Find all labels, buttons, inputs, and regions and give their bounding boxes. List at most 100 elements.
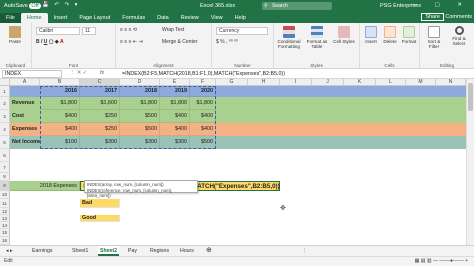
formula-bar: INDEX ⋮ ✕ ✓ fx =INDEX(B2:F5,MATCH(2018,B… (0, 69, 474, 79)
search-box[interactable]: ⚲ Search (262, 2, 332, 10)
col-header-k[interactable]: K (344, 79, 376, 86)
ribbon: Paste Clipboard Calibri 11 B I U ▢ ◆ A F… (0, 23, 474, 69)
conditional-formatting-button[interactable]: Conditional Formatting (276, 26, 302, 49)
tooltip-line[interactable]: INDEX(reference, row_num, [column_num], … (87, 188, 195, 199)
row-header-8[interactable]: 8 (0, 173, 10, 181)
row-header-3[interactable]: 3 (0, 110, 10, 123)
col-header-d[interactable]: D (120, 79, 160, 86)
number-format-select[interactable]: Currency (216, 27, 268, 35)
col-header-h[interactable]: H (248, 79, 280, 86)
delete-cells-button[interactable]: Delete (381, 26, 399, 44)
cell-styles-button[interactable]: Cell Styles (332, 26, 356, 44)
sort-filter-icon (428, 26, 440, 38)
row-header-12[interactable]: 12 (0, 208, 10, 215)
comments-button[interactable]: Comments (445, 13, 472, 21)
col-header-e[interactable]: E (160, 79, 190, 86)
row-header-16[interactable]: 16 (0, 237, 10, 245)
format-as-table-button[interactable]: Format as Table (304, 26, 330, 49)
col-header-l[interactable]: L (376, 79, 406, 86)
col-header-b[interactable]: B (40, 79, 80, 86)
row-header-13[interactable]: 13 (0, 215, 10, 222)
add-sheet-button[interactable]: ⊕ (204, 246, 214, 256)
col-header-j[interactable]: J (312, 79, 344, 86)
row-label[interactable]: Cost (10, 110, 40, 123)
row-label[interactable]: Expenses (10, 123, 40, 136)
tab-help[interactable]: Help (229, 13, 252, 23)
ribbon-tabs: File Home Insert Page Layout Formulas Da… (0, 12, 474, 23)
tab-formulas[interactable]: Formulas (116, 13, 151, 23)
formula-input[interactable]: =INDEX(B2:F5,MATCH(2018,B1:F1,0),MATCH("… (122, 70, 285, 78)
row-header-5[interactable]: 5 (0, 136, 10, 149)
status-bar: Edit ▦ ▤ ▥ — ───●─── + (0, 256, 474, 266)
font-size-select[interactable]: 11 (82, 27, 96, 35)
row-header-15[interactable]: 15 (0, 229, 10, 237)
sheet-tab-hours[interactable]: Hours (178, 246, 196, 256)
row-header-7[interactable]: 7 (0, 162, 10, 173)
name-box[interactable]: INDEX (2, 70, 62, 78)
number-format-buttons[interactable]: $ % , ⁰⁰ ⁰⁰ (216, 39, 238, 45)
tab-file[interactable]: File (0, 13, 21, 23)
row-header-2[interactable]: 2 (0, 97, 10, 110)
col-header-m[interactable]: M (406, 79, 436, 86)
find-icon (454, 26, 464, 35)
col-header-f[interactable]: F (190, 79, 216, 86)
cancel-enter-icons[interactable]: ⋮ ✕ ✓ (70, 70, 87, 76)
sheet-tab-sheet1[interactable]: Sheet1 (70, 246, 90, 256)
vertical-scrollbar[interactable] (466, 79, 474, 245)
tab-home[interactable]: Home (20, 13, 48, 23)
font-name-select[interactable]: Calibri (36, 27, 80, 35)
align-top-buttons[interactable]: ≡ ≡ ≡ ⟲ (120, 27, 137, 33)
sheet-tab-pay[interactable]: Pay (126, 246, 139, 256)
good-cell[interactable]: Good (80, 215, 120, 222)
row-header-4[interactable]: 4 (0, 123, 10, 136)
tab-review[interactable]: Review (175, 13, 205, 23)
bold-button[interactable]: B I U ▢ ◆ A (36, 39, 64, 45)
sheet-tab-regions[interactable]: Regions (148, 246, 171, 256)
col-header-c[interactable]: C (80, 79, 120, 86)
row-header-10[interactable]: 10 (0, 191, 10, 199)
sort-filter-button[interactable]: Sort & Filter (422, 26, 446, 49)
row-label[interactable]: Net Income (10, 136, 41, 149)
wrap-text-button[interactable]: Wrap Text (162, 27, 184, 33)
col-header-a[interactable]: A (10, 79, 40, 86)
share-button[interactable]: Share (421, 13, 444, 21)
row-header-11[interactable]: 11 (0, 199, 10, 208)
col-header-g[interactable]: G (216, 79, 248, 86)
tab-page-layout[interactable]: Page Layout (73, 13, 116, 23)
sheet-nav-arrows[interactable]: ◂ ▸ (4, 246, 15, 256)
quick-access-toolbar[interactable]: 💾 ↶ ↷ ▾ (42, 2, 79, 8)
scroll-thumb[interactable] (468, 83, 473, 111)
find-select-button[interactable]: Find & Select (447, 26, 471, 46)
tab-data[interactable]: Data (151, 13, 175, 23)
font-group: Calibri 11 B I U ▢ ◆ A Font (32, 23, 116, 69)
paste-button[interactable]: Paste (4, 26, 26, 44)
insert-cells-button[interactable]: Insert (362, 26, 380, 44)
align-horizontal-buttons[interactable]: ≡ ≡ ≡ ⇤ ⇥ (120, 39, 143, 45)
paste-icon (9, 26, 21, 38)
bad-cell[interactable]: Bad (80, 199, 120, 208)
zoom-controls[interactable]: ▦ ▤ ▥ — ───●─── + (415, 257, 468, 266)
col-header-n[interactable]: N (436, 79, 466, 86)
row-header-6[interactable]: 6 (0, 149, 10, 162)
sheet-options-icon[interactable]: ⋮ (300, 246, 309, 256)
status-mode: Edit (4, 258, 13, 264)
sheet-tab-earnings[interactable]: Earnings (30, 246, 54, 256)
row-header-9[interactable]: 9 (0, 181, 10, 191)
number-group: Currency $ % , ⁰⁰ ⁰⁰ Number (212, 23, 274, 69)
window-controls[interactable]: — ▢ ✕ (412, 2, 470, 8)
merge-center-button[interactable]: Merge & Center (162, 39, 197, 45)
format-cells-button[interactable]: Format (400, 26, 418, 44)
fx-icon[interactable]: fx (100, 70, 104, 76)
sheet-tab-sheet2[interactable]: Sheet2 (98, 246, 120, 256)
tab-view[interactable]: View (205, 13, 229, 23)
row-header-14[interactable]: 14 (0, 222, 10, 229)
result-label-cell[interactable]: 2018 Expenses (10, 181, 80, 191)
select-all-corner[interactable] (0, 79, 10, 86)
autosave-toggle[interactable]: AutoSave Off (4, 3, 41, 9)
row-header-1[interactable]: 1 (0, 86, 10, 97)
worksheet-grid: A B C D E F G H I J K L M N 1 2 3 4 5 6 … (0, 79, 466, 245)
col-header-i[interactable]: I (280, 79, 312, 86)
function-argument-tooltip[interactable]: INDEX(array, row_num, [column_num]) INDE… (84, 180, 198, 198)
row-label[interactable]: Revenue (10, 97, 40, 110)
tab-insert[interactable]: Insert (48, 13, 74, 23)
